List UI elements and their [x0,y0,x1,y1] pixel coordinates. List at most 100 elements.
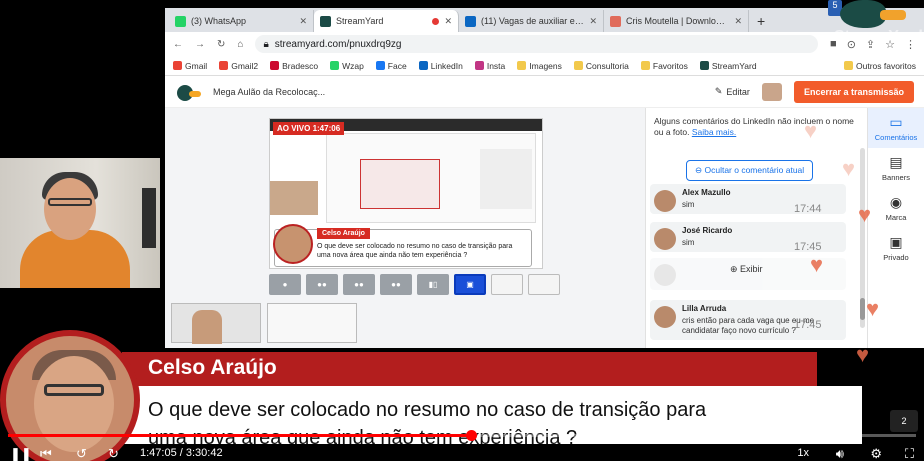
speaker-name: Celso Araújo [122,352,817,386]
studio-title: Mega Aulão da Recolocaç... [213,86,326,97]
close-icon[interactable]: ✕ [734,16,742,27]
document-icon [610,15,621,27]
new-tab-button[interactable]: + [749,10,773,32]
chat-icon: ▣ [889,234,903,250]
tab-cris-moutella[interactable]: Cris Moutella | Download | M ✕ [604,10,749,32]
bookmark-gmail2[interactable]: Gmail2 [219,61,258,71]
avatar [654,264,676,286]
list-item[interactable]: Lilla Arruda 17:45 cris então para cada v… [650,300,846,340]
url-input[interactable]: 🔒︎ streamyard.com/pnuxdrq9zg [255,35,819,53]
avatar [273,224,313,264]
streamyard-icon [699,61,709,70]
browser-window: (3) WhatsApp ✕ StreamYard ✕ (11) Vagas d… [165,8,924,348]
screen-share-thumbnail[interactable] [267,303,357,343]
rail-comments[interactable]: ▭ Comentários [868,108,924,148]
bookmark-favoritos[interactable]: Favoritos [640,61,688,71]
layout-screen-icon[interactable]: ▣ [454,274,486,295]
bookmark-outros-favoritos[interactable]: Outros favoritos [844,61,916,71]
bookmark-streamyard[interactable]: StreamYard [699,61,757,71]
reload-icon[interactable]: ↻ [217,39,225,50]
preview-lower-third: Celso Araújo O que deve ser colocado no … [273,224,532,267]
close-icon[interactable]: ✕ [444,16,452,27]
pencil-icon: ✎ [714,86,723,96]
edit-button[interactable]: ✎ Editar [715,86,750,97]
list-item[interactable]: Alex Mazullo 17:44 sim [650,184,846,215]
linkedin-icon [465,15,476,27]
streamyard-logo [175,81,201,103]
presenter-webcam [0,158,160,288]
lock-icon: 🔒︎ [263,38,269,50]
instagram-icon [474,61,484,70]
bookmark-imagens[interactable]: Imagens [517,61,562,71]
bookmark-consultoria[interactable]: Consultoria [573,61,629,71]
list-item[interactable]: José Ricardo 17:45 sim [650,222,846,253]
layout-group-icon[interactable]: ●● [380,274,412,295]
volume-icon[interactable]: 🔊︎ [836,446,844,461]
side-rail: ▭ Comentários ▤ Banners ◉ Marca ▣ Privado [867,108,924,348]
streamyard-watermark: 5 StreamYard [810,0,923,52]
studio-body: AO VIVO 1:47:06 Celso Araújo O que deve … [165,108,924,348]
avatar[interactable] [761,82,782,101]
rail-private[interactable]: ▣ Privado [868,228,924,268]
stream-preview: AO VIVO 1:47:06 Celso Araújo O que deve … [269,118,543,269]
streamyard-icon [320,15,331,27]
close-icon[interactable]: ✕ [589,16,597,27]
close-icon[interactable]: ✕ [299,16,307,27]
studio-canvas: AO VIVO 1:47:06 Celso Araújo O que deve … [165,108,645,348]
home-icon[interactable]: ⌂ [237,39,243,50]
tab-streamyard[interactable]: StreamYard ✕ [314,10,459,32]
linkedin-note: Alguns comentários do LinkedIn não inclu… [654,116,854,137]
layout-blank-icon[interactable] [491,274,523,295]
video-player-controls: ❚❚ ⏮ ↺ ↻ 1:47:05 / 3:30:42 1x 🔊︎ ⚙ ⛶ [0,428,924,461]
scrollbar[interactable] [860,148,865,328]
banner-icon: ▤ [889,154,903,170]
bookmark-gmail[interactable]: Gmail [173,61,207,71]
tab-linkedin[interactable]: (11) Vagas de auxiliar escrit ✕ [459,10,604,32]
bradesco-icon [270,61,280,70]
layout-solo-icon[interactable]: ● [269,274,301,295]
skip-back-icon[interactable]: ⏮ [40,446,52,461]
bookmark-insta[interactable]: Insta [474,61,505,71]
layout-blank-icon[interactable] [528,274,560,295]
rewind-icon[interactable]: ↺ [76,446,87,461]
comments-panel: Alguns comentários do LinkedIn não inclu… [645,108,867,348]
layout-selector: ● ●● ●● ●● ▮▯ ▣ [269,274,560,295]
bookmark-linkedin[interactable]: LinkedIn [418,61,463,71]
bookmark-face[interactable]: Face [375,61,407,71]
forward-icon[interactable]: ↻ [108,446,119,461]
hide-comment-button[interactable]: ⊖ Ocultar o comentário atual [686,160,814,181]
time-display: 1:47:05 / 3:30:42 [140,447,223,459]
rail-brand[interactable]: ◉ Marca [868,188,924,228]
rail-banners[interactable]: ▤ Banners [868,148,924,188]
fullscreen-icon[interactable]: ⛶ [905,446,914,461]
learn-more-link[interactable]: Saiba mais. [692,127,736,137]
bookmark-wzap[interactable]: Wzap [330,61,364,71]
forward-icon[interactable]: → [195,39,205,50]
layout-split-icon[interactable]: ▮▯ [417,274,449,295]
show-comment-button[interactable]: ⊕ Exibir [730,264,763,275]
layout-group-icon[interactable]: ●● [343,274,375,295]
bookmark-bradesco[interactable]: Bradesco [270,61,318,71]
participant-thumbnail[interactable] [171,303,261,344]
progress-knob[interactable] [466,430,478,441]
avatar [654,228,676,250]
avatar [654,306,676,328]
gmail-icon [219,61,229,70]
gmail-icon [173,61,182,70]
backstage-thumbnails [171,303,357,344]
facebook-icon [375,61,385,70]
back-icon[interactable]: ← [173,39,183,50]
play-pause-icon[interactable]: ❚❚ [10,446,32,461]
tab-whatsapp[interactable]: (3) WhatsApp ✕ [169,10,314,32]
comment-icon: ▭ [889,114,903,130]
settings-icon[interactable]: ⚙ [870,446,882,461]
end-broadcast-button[interactable]: Encerrar a transmissão [793,80,914,103]
layout-group-icon[interactable]: ●● [306,274,338,295]
speed-button[interactable]: 1x [797,447,809,459]
live-badge: AO VIVO 1:47:06 [273,122,345,135]
linkedin-icon [418,61,428,70]
folder-icon [517,61,527,70]
progress-bar[interactable] [8,430,916,441]
whatsapp-icon [330,61,340,70]
whatsapp-icon [175,15,186,27]
